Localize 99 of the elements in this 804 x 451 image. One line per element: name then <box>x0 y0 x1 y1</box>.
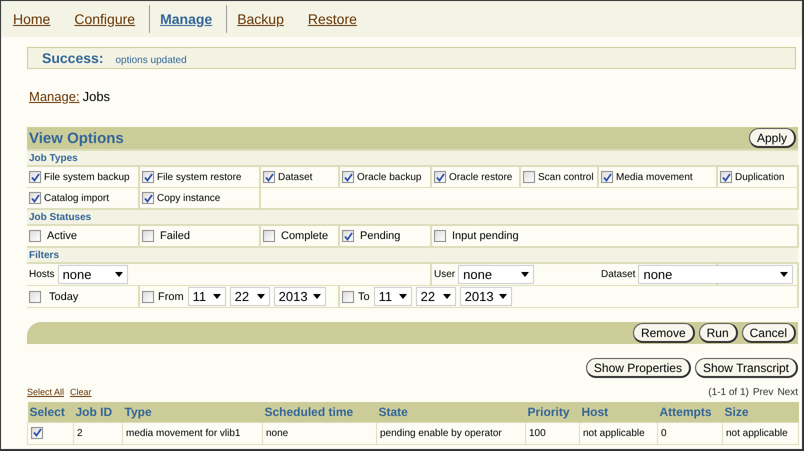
checkbox[interactable] <box>720 171 732 183</box>
checkbox-label: Oracle restore <box>449 172 512 182</box>
group-heading: Job Statuses <box>27 209 798 225</box>
column-header: State <box>376 402 526 422</box>
table-cell: 2 <box>74 422 122 444</box>
filter-label: User <box>434 269 456 280</box>
table-cell: not applicable <box>580 422 658 444</box>
nav-tab[interactable]: Home <box>13 5 60 33</box>
caret-icon <box>398 294 407 299</box>
month-select[interactable]: 11 <box>374 287 412 306</box>
checkbox[interactable] <box>142 290 154 302</box>
action-button[interactable]: Cancel <box>742 323 796 343</box>
checkbox[interactable] <box>342 230 354 242</box>
caret-icon <box>498 294 507 299</box>
checkbox[interactable] <box>601 171 613 183</box>
caret-icon <box>442 294 451 299</box>
nav-tab[interactable]: Backup <box>226 5 294 33</box>
table-cell: pending enable by operator <box>376 422 526 444</box>
year-select[interactable]: 2013 <box>274 287 326 306</box>
date-label: To <box>358 290 370 302</box>
caret-icon <box>256 294 265 299</box>
page-range: (1-1 of 1) <box>708 387 749 398</box>
action-button[interactable]: Run <box>698 323 738 343</box>
action-button[interactable]: Remove <box>632 323 695 343</box>
caret-icon <box>780 272 788 277</box>
checkbox[interactable] <box>142 230 154 242</box>
checkbox-label: Copy instance <box>157 192 220 204</box>
checkbox-label: Oracle backup <box>357 172 422 182</box>
row-checkbox[interactable] <box>31 426 43 439</box>
detail-button[interactable]: Show Properties <box>586 358 691 378</box>
checkbox-label: File system backup <box>44 172 130 182</box>
group-heading: Job Types <box>27 150 798 166</box>
filter-label: Hosts <box>29 269 55 280</box>
hosts-select[interactable]: none <box>58 265 128 284</box>
checkbox-label: Dataset <box>278 172 312 182</box>
checkbox[interactable] <box>29 230 41 242</box>
month-select[interactable]: 11 <box>188 287 226 306</box>
selection-link[interactable]: Select All <box>27 387 64 397</box>
date-label: From <box>158 290 184 302</box>
checkbox[interactable] <box>434 230 446 242</box>
breadcrumb-link[interactable]: Manage: <box>29 89 80 107</box>
column-header: Attempts <box>658 402 722 422</box>
nav-tab[interactable]: Configure <box>64 5 146 33</box>
column-header: Size <box>722 402 798 422</box>
column-header: Type <box>122 402 262 422</box>
group-heading: Filters <box>27 247 798 263</box>
checkbox-label: File system restore <box>157 172 242 182</box>
nav-tab[interactable]: Restore <box>298 5 367 33</box>
caret-icon <box>114 272 123 277</box>
checkbox[interactable] <box>342 290 354 302</box>
checkbox[interactable] <box>29 192 41 204</box>
apply-button[interactable]: Apply <box>749 128 796 148</box>
checkbox-label: Input pending <box>452 230 519 242</box>
next-link[interactable]: Next <box>777 387 798 398</box>
checkbox-label: Failed <box>160 230 190 242</box>
checkbox[interactable] <box>29 171 41 183</box>
checkbox[interactable] <box>29 290 41 302</box>
user-select[interactable]: none <box>458 265 534 284</box>
nav-tab[interactable]: Manage <box>149 5 222 33</box>
checkbox-label: Scan control <box>538 172 594 182</box>
checkbox[interactable] <box>523 171 535 183</box>
selection-link[interactable]: Clear <box>70 387 92 397</box>
checkbox[interactable] <box>263 230 275 242</box>
day-select[interactable]: 22 <box>416 287 456 306</box>
checkbox[interactable] <box>142 171 154 183</box>
checkbox-label: Pending <box>360 230 400 242</box>
detail-button[interactable]: Show Transcript <box>694 358 798 378</box>
table-cell: 100 <box>526 422 580 444</box>
checkbox-label: Active <box>47 230 77 242</box>
section-title: View Options <box>29 130 124 146</box>
table-cell: none <box>262 422 376 444</box>
caret-icon <box>212 294 221 299</box>
column-header: Priority <box>526 402 580 422</box>
column-header: Scheduled time <box>262 402 376 422</box>
checkbox[interactable] <box>142 192 154 204</box>
day-select[interactable]: 22 <box>230 287 270 306</box>
filter-label: Dataset <box>601 269 636 280</box>
checkbox[interactable] <box>434 171 446 183</box>
dataset-select[interactable]: none <box>638 265 794 284</box>
caret-icon <box>312 294 321 299</box>
table-cell: media movement for vlib1 <box>122 422 262 444</box>
checkbox-label: Duplication <box>735 172 784 182</box>
caret-icon <box>521 272 530 277</box>
prev-link[interactable]: Prev <box>752 387 774 398</box>
checkbox[interactable] <box>342 171 354 183</box>
checkbox-label: Media movement <box>616 172 693 182</box>
message-text: options updated <box>115 55 187 66</box>
breadcrumb-current: Jobs <box>82 89 110 106</box>
date-label: Today <box>49 290 78 302</box>
checkbox[interactable] <box>263 171 275 183</box>
checkbox-label: Complete <box>281 230 328 242</box>
year-select[interactable]: 2013 <box>460 287 512 306</box>
column-header: Job ID <box>74 402 122 422</box>
checkbox-label: Catalog import <box>44 192 110 204</box>
column-header: Host <box>580 402 658 422</box>
message-title: Success: <box>42 49 104 68</box>
column-header: Select <box>28 402 74 422</box>
table-cell: not applicable <box>722 422 798 444</box>
table-cell: 0 <box>658 422 722 444</box>
